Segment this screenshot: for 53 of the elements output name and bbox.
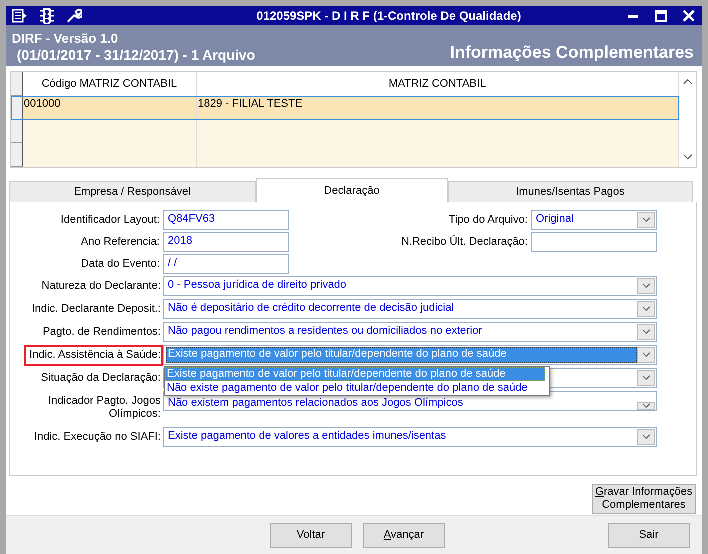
tab[interactable]: Empresa / Responsável (9, 181, 256, 202)
dropdown-field[interactable]: Não é depositário de crédito decorrente de decisão judicial (163, 299, 657, 319)
field-label: Indic. Execução no SIAFI: (33, 430, 162, 445)
dropdown-field[interactable]: Existe pagamento de valores a entidades imunes/isentas (163, 427, 657, 447)
version-label: DIRF - Versão 1.0 (12, 31, 120, 47)
section-title: Informações Complementares (450, 43, 694, 63)
menu-icon[interactable] (12, 8, 28, 22)
footer-button[interactable]: Avançar (363, 522, 445, 548)
dropdown-field[interactable]: Original (531, 210, 657, 230)
maximize-icon[interactable] (654, 8, 668, 22)
row-header[interactable] (11, 96, 23, 120)
field-label: N.Recibo Últ. Declaração: (400, 236, 528, 248)
field-label: Indic. Declarante Deposit.: (30, 302, 162, 317)
tab[interactable]: Declaração (256, 178, 448, 202)
scroll-down-icon[interactable] (682, 153, 692, 161)
table-row[interactable]: 001000 1829 - FILIAL TESTE (11, 96, 679, 120)
field-label: Indicador Pagto. Jogos Olímpicos: (47, 394, 162, 422)
footer-button[interactable]: Sair (608, 522, 690, 548)
field-label: Data do Evento: (80, 258, 160, 270)
window-title: 012059SPK - D I R F (1-Controle De Qualidade) (256, 8, 522, 22)
traffic-light-icon[interactable] (40, 6, 54, 24)
field-label: Pagto. de Rendimentos: (42, 325, 162, 340)
chevron-down-icon (642, 306, 650, 312)
tab[interactable]: Imunes/Isentas Pagos (448, 181, 693, 202)
period-label: (01/01/2017 - 31/12/2017) - 1 Arquivo (16, 47, 256, 63)
chevron-down-icon (642, 329, 650, 335)
input-field[interactable]: Q84FV63 (163, 210, 289, 230)
field-label: Indic. Assistência à Saúde: (24, 345, 163, 366)
scroll-up-icon[interactable] (682, 78, 692, 86)
chevron-down-icon (642, 434, 650, 440)
input-field[interactable]: 2018 (163, 232, 289, 252)
wrench-icon[interactable] (66, 8, 82, 24)
footer-button[interactable]: Voltar (270, 522, 352, 548)
dropdown-field[interactable]: 0 - Pessoa jurídica de direito privado (163, 276, 657, 296)
input-field[interactable] (531, 232, 657, 252)
field-label: Identificador Layout: (60, 214, 160, 226)
close-icon[interactable] (682, 8, 696, 22)
row-header[interactable] (11, 120, 23, 144)
dropdown-field[interactable]: Não pagou rendimentos a residentes ou domiciliados no exterior (163, 322, 657, 342)
input-field[interactable]: / / (163, 254, 289, 274)
field-label: Natureza do Declarante: (40, 279, 162, 294)
chevron-down-icon (642, 217, 650, 223)
chevron-down-icon (642, 403, 650, 409)
chevron-down-icon (642, 375, 650, 381)
chevron-down-icon (642, 352, 650, 358)
row-header[interactable] (11, 143, 23, 167)
field-label: Situação da Declaração: (40, 371, 162, 386)
save-button[interactable]: Gravar Informações Complementares (592, 484, 696, 514)
empty-row[interactable] (11, 120, 679, 144)
field-label: Tipo do Arquivo: (448, 214, 528, 226)
chevron-down-icon (642, 283, 650, 289)
field-label: Ano Referencia: (80, 236, 160, 248)
row-header (11, 72, 23, 96)
